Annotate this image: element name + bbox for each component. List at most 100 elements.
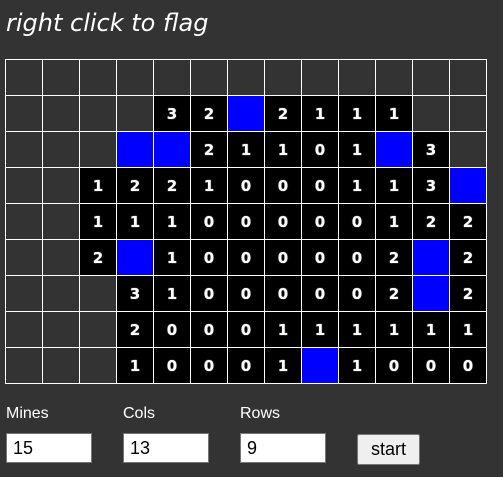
revealed-cell[interactable]: 0 bbox=[227, 203, 265, 240]
revealed-cell[interactable]: 0 bbox=[301, 239, 339, 276]
flagged-cell[interactable] bbox=[227, 95, 265, 132]
rows-input[interactable] bbox=[240, 433, 326, 463]
hidden-cell[interactable] bbox=[42, 95, 80, 132]
revealed-cell[interactable]: 0 bbox=[338, 239, 376, 276]
revealed-cell[interactable]: 0 bbox=[190, 275, 228, 312]
revealed-cell[interactable]: 2 bbox=[190, 95, 228, 132]
revealed-cell[interactable]: 1 bbox=[116, 347, 154, 384]
revealed-cell[interactable]: 1 bbox=[264, 347, 302, 384]
revealed-cell[interactable]: 3 bbox=[412, 167, 450, 204]
revealed-cell[interactable]: 2 bbox=[264, 95, 302, 132]
cols-input[interactable] bbox=[123, 433, 209, 463]
hidden-cell[interactable] bbox=[338, 59, 376, 96]
revealed-cell[interactable]: 0 bbox=[190, 239, 228, 276]
hidden-cell[interactable] bbox=[79, 275, 117, 312]
hidden-cell[interactable] bbox=[42, 311, 80, 348]
revealed-cell[interactable]: 0 bbox=[227, 311, 265, 348]
revealed-cell[interactable]: 2 bbox=[449, 239, 487, 276]
revealed-cell[interactable]: 2 bbox=[412, 203, 450, 240]
hidden-cell[interactable] bbox=[42, 275, 80, 312]
revealed-cell[interactable]: 0 bbox=[153, 311, 191, 348]
flagged-cell[interactable] bbox=[412, 239, 450, 276]
revealed-cell[interactable]: 0 bbox=[301, 131, 339, 168]
revealed-cell[interactable]: 1 bbox=[375, 95, 413, 132]
hidden-cell[interactable] bbox=[42, 59, 80, 96]
flagged-cell[interactable] bbox=[116, 239, 154, 276]
mines-input[interactable] bbox=[6, 433, 92, 463]
revealed-cell[interactable]: 3 bbox=[116, 275, 154, 312]
revealed-cell[interactable]: 0 bbox=[190, 311, 228, 348]
revealed-cell[interactable]: 1 bbox=[79, 167, 117, 204]
hidden-cell[interactable] bbox=[42, 239, 80, 276]
hidden-cell[interactable] bbox=[42, 167, 80, 204]
revealed-cell[interactable]: 2 bbox=[375, 275, 413, 312]
hidden-cell[interactable] bbox=[42, 347, 80, 384]
hidden-cell[interactable] bbox=[5, 95, 43, 132]
hidden-cell[interactable] bbox=[5, 203, 43, 240]
revealed-cell[interactable]: 2 bbox=[449, 203, 487, 240]
revealed-cell[interactable]: 0 bbox=[338, 203, 376, 240]
revealed-cell[interactable]: 1 bbox=[153, 239, 191, 276]
hidden-cell[interactable] bbox=[79, 59, 117, 96]
revealed-cell[interactable]: 1 bbox=[338, 131, 376, 168]
revealed-cell[interactable]: 1 bbox=[412, 311, 450, 348]
revealed-cell[interactable]: 0 bbox=[227, 239, 265, 276]
hidden-cell[interactable] bbox=[375, 59, 413, 96]
revealed-cell[interactable]: 0 bbox=[264, 203, 302, 240]
hidden-cell[interactable] bbox=[412, 59, 450, 96]
revealed-cell[interactable]: 0 bbox=[264, 167, 302, 204]
hidden-cell[interactable] bbox=[5, 311, 43, 348]
hidden-cell[interactable] bbox=[153, 59, 191, 96]
revealed-cell[interactable]: 1 bbox=[227, 131, 265, 168]
flagged-cell[interactable] bbox=[412, 275, 450, 312]
revealed-cell[interactable]: 2 bbox=[190, 131, 228, 168]
revealed-cell[interactable]: 3 bbox=[153, 95, 191, 132]
revealed-cell[interactable]: 0 bbox=[153, 347, 191, 384]
revealed-cell[interactable]: 1 bbox=[264, 311, 302, 348]
hidden-cell[interactable] bbox=[79, 95, 117, 132]
revealed-cell[interactable]: 1 bbox=[338, 347, 376, 384]
revealed-cell[interactable]: 0 bbox=[301, 167, 339, 204]
hidden-cell[interactable] bbox=[449, 131, 487, 168]
revealed-cell[interactable]: 0 bbox=[375, 347, 413, 384]
flagged-cell[interactable] bbox=[449, 167, 487, 204]
revealed-cell[interactable]: 0 bbox=[264, 275, 302, 312]
flagged-cell[interactable] bbox=[116, 131, 154, 168]
revealed-cell[interactable]: 1 bbox=[449, 311, 487, 348]
start-button[interactable]: start bbox=[357, 434, 420, 465]
revealed-cell[interactable]: 2 bbox=[449, 275, 487, 312]
hidden-cell[interactable] bbox=[264, 59, 302, 96]
revealed-cell[interactable]: 0 bbox=[227, 275, 265, 312]
hidden-cell[interactable] bbox=[190, 59, 228, 96]
revealed-cell[interactable]: 0 bbox=[190, 347, 228, 384]
hidden-cell[interactable] bbox=[116, 59, 154, 96]
hidden-cell[interactable] bbox=[227, 59, 265, 96]
revealed-cell[interactable]: 1 bbox=[338, 311, 376, 348]
revealed-cell[interactable]: 1 bbox=[116, 203, 154, 240]
revealed-cell[interactable]: 0 bbox=[412, 347, 450, 384]
revealed-cell[interactable]: 1 bbox=[301, 311, 339, 348]
revealed-cell[interactable]: 1 bbox=[338, 95, 376, 132]
revealed-cell[interactable]: 3 bbox=[412, 131, 450, 168]
hidden-cell[interactable] bbox=[449, 95, 487, 132]
revealed-cell[interactable]: 2 bbox=[375, 239, 413, 276]
hidden-cell[interactable] bbox=[5, 239, 43, 276]
hidden-cell[interactable] bbox=[412, 95, 450, 132]
flagged-cell[interactable] bbox=[301, 347, 339, 384]
hidden-cell[interactable] bbox=[5, 347, 43, 384]
hidden-cell[interactable] bbox=[116, 95, 154, 132]
revealed-cell[interactable]: 0 bbox=[301, 275, 339, 312]
revealed-cell[interactable]: 2 bbox=[116, 167, 154, 204]
revealed-cell[interactable]: 1 bbox=[79, 203, 117, 240]
revealed-cell[interactable]: 0 bbox=[449, 347, 487, 384]
hidden-cell[interactable] bbox=[5, 59, 43, 96]
revealed-cell[interactable]: 1 bbox=[338, 167, 376, 204]
revealed-cell[interactable]: 2 bbox=[79, 239, 117, 276]
hidden-cell[interactable] bbox=[5, 275, 43, 312]
hidden-cell[interactable] bbox=[79, 131, 117, 168]
hidden-cell[interactable] bbox=[449, 59, 487, 96]
flagged-cell[interactable] bbox=[375, 131, 413, 168]
revealed-cell[interactable]: 0 bbox=[301, 203, 339, 240]
hidden-cell[interactable] bbox=[42, 131, 80, 168]
hidden-cell[interactable] bbox=[79, 311, 117, 348]
